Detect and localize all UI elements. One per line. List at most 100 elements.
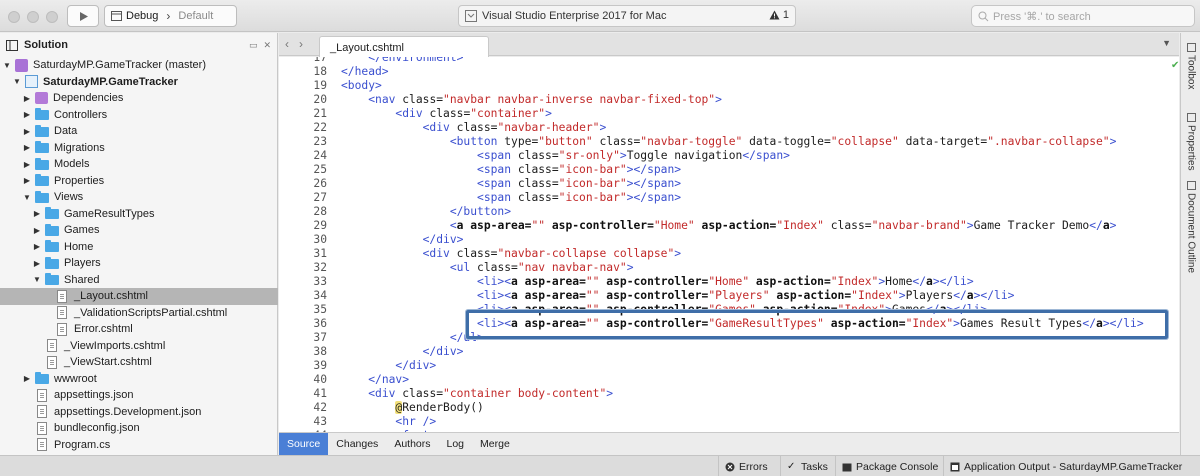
search-input[interactable]: Press '⌘.' to search [971,5,1195,27]
code-editor[interactable]: 17 </environment> 18 </head> 19 <body> 20 <na… [279,57,1179,432]
chevron-right-icon[interactable]: ▶ [22,176,32,185]
chevron-down-icon[interactable]: ▼ [32,275,42,284]
errors-pad-button[interactable]: Errors [718,456,774,476]
code-line[interactable]: 31 <div class="navbar-collapse collapse"… [279,247,1179,261]
code-line[interactable]: 23 <button type="button" class="navbar-t… [279,135,1179,149]
code-token: class= [402,93,444,106]
tab-merge[interactable]: Merge [472,433,518,455]
chevron-right-icon[interactable]: ▶ [22,143,32,152]
close-window-button[interactable] [8,11,20,23]
code-line[interactable]: 21 <div class="container"> [279,107,1179,121]
code-line[interactable]: 38 </div> [279,345,1179,359]
code-line[interactable]: 30 </div> [279,233,1179,247]
code-line[interactable]: 29 < a asp-area="" asp-controller="Home" … [279,219,1179,233]
chevron-right-icon[interactable]: ▶ [22,94,32,103]
code-token: <body> [341,79,382,92]
tree-item[interactable]: ▶ Models [0,156,278,173]
dock-properties[interactable]: Properties [1182,113,1200,171]
dock-toolbox[interactable]: Toolbox [1182,43,1200,89]
tree-item[interactable]: ▶ Games [0,222,278,239]
tree-item[interactable]: ▶ Players [0,255,278,272]
tree-item[interactable]: _ViewStart.cshtml [0,354,278,371]
tree-item[interactable]: ▼ Views [0,189,278,206]
solution-pad-title: Solution [24,39,68,51]
chevron-right-icon[interactable]: ▶ [32,259,42,268]
code-line[interactable]: 41 <div class="container body-content"> [279,387,1179,401]
tree-item[interactable]: ▶ Home [0,239,278,256]
tab-authors[interactable]: Authors [386,433,438,455]
tree-item[interactable]: ▶ GameResultTypes [0,206,278,223]
tab-changes[interactable]: Changes [328,433,386,455]
code-line[interactable]: 39 </div> [279,359,1179,373]
tree-item[interactable]: appsettings.json [0,387,278,404]
tree-item[interactable]: ▶ Properties [0,173,278,190]
code-line[interactable]: 27 <span class="icon-bar"></span> [279,191,1179,205]
code-line[interactable]: 42 @RenderBody() [279,401,1179,415]
code-line[interactable]: 24 <span class="sr-only">Toggle navigati… [279,149,1179,163]
chevron-right-icon[interactable]: ▶ [22,160,32,169]
code-line[interactable]: 33 <li><a asp-area="" asp-controller="Ho… [279,275,1179,289]
code-line[interactable]: 25 <span class="icon-bar"></span> [279,163,1179,177]
chevron-right-icon[interactable]: ▶ [32,209,42,218]
chevron-right-icon[interactable]: ▶ [22,110,32,119]
tab-source[interactable]: Source [279,432,329,455]
chevron-right-icon[interactable]: ▶ [22,127,32,136]
tree-item[interactable]: ▶ wwwroot [0,371,278,388]
code-line[interactable]: 32 <ul class="nav navbar-nav"> [279,261,1179,275]
chevron-down-icon[interactable]: ▼ [12,77,22,86]
chevron-right-icon[interactable]: ▶ [32,242,42,251]
no-issues-check-icon: ✔ [1171,60,1180,71]
code-line[interactable]: 18 </head> [279,65,1179,79]
tree-item[interactable]: ▶ Controllers [0,107,278,124]
chevron-down-icon[interactable]: ▼ [2,61,12,70]
dock-document-outline[interactable]: Document Outline [1182,181,1200,273]
pad-close-icon[interactable]: ✕ [263,40,271,51]
code-line[interactable]: 40 </nav> [279,373,1179,387]
warning-indicator[interactable]: 1 [769,9,789,21]
code-token: class= [517,149,559,162]
application-output-pad-button[interactable]: Application Output - SaturdayMP.GameTrac… [943,456,1188,476]
code-line[interactable]: 20 <nav class="navbar navbar-inverse nav… [279,93,1179,107]
configuration-selector[interactable]: Debug › Default [104,5,237,27]
tree-item[interactable]: ▼ SaturdayMP.GameTracker [0,74,278,91]
code-line[interactable]: 34 <li><a asp-area="" asp-controller="Pl… [279,289,1179,303]
tree-item[interactable]: Error.cshtml [0,321,278,338]
tab-layout-cshtml[interactable]: _Layout.cshtml [319,36,489,57]
tree-item[interactable]: ▶ Data [0,123,278,140]
line-number: 31 [313,247,327,260]
code-token: <button [449,135,505,148]
code-line[interactable]: 17 </environment> [279,57,1179,65]
tab-overflow-dropdown-icon[interactable]: ▼ [1162,38,1171,48]
tree-item[interactable]: ▶ Migrations [0,140,278,157]
navigate-forward-icon[interactable]: › [299,37,303,51]
tree-item[interactable]: _ValidationScriptsPartial.cshtml [0,305,278,322]
zoom-window-button[interactable] [46,11,58,23]
tree-item[interactable]: _ViewImports.cshtml [0,338,278,355]
tree-item-label: _Layout.cshtml [74,290,148,303]
code-token: Game Tracker Demo [973,219,1090,232]
tasks-pad-button[interactable]: ✓ Tasks [780,456,834,476]
code-line[interactable]: 28 </button> [279,205,1179,219]
chevron-right-icon[interactable]: ▶ [22,374,32,383]
code-token: </div> [395,359,437,372]
tree-item[interactable]: appsettings.Development.json [0,404,278,421]
code-line[interactable]: 26 <span class="icon-bar"></span> [279,177,1179,191]
tree-item[interactable]: ▶ Dependencies [0,90,278,107]
tree-item-label: wwwroot [54,372,97,385]
pad-minimize-icon[interactable]: ▭ [249,40,258,51]
tree-item[interactable]: ▼ SaturdayMP.GameTracker (master) [0,57,278,74]
tab-log[interactable]: Log [439,433,473,455]
minimize-window-button[interactable] [27,11,39,23]
code-line[interactable]: 22 <div class="navbar-header"> [279,121,1179,135]
chevron-right-icon[interactable]: ▶ [32,226,42,235]
run-button[interactable] [67,5,99,27]
package-console-pad-button[interactable]: Package Console [835,456,944,476]
tree-item[interactable]: Program.cs [0,437,278,454]
chevron-down-icon[interactable]: ▼ [22,193,32,202]
tree-item[interactable]: bundleconfig.json [0,420,278,437]
code-line[interactable]: 19 <body> [279,79,1179,93]
navigate-back-icon[interactable]: ‹ [285,37,289,51]
tree-item[interactable]: ▼ Shared [0,272,278,289]
code-line[interactable]: 43 <hr /> [279,415,1179,429]
tree-item[interactable]: _Layout.cshtml [0,288,278,305]
